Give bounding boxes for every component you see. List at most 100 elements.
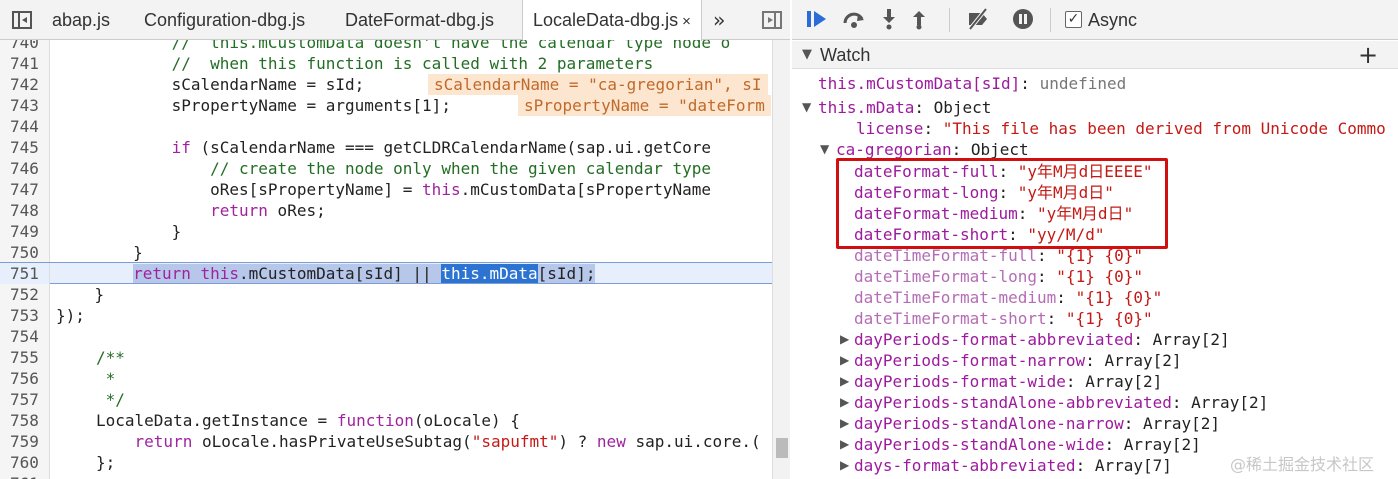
collapse-arrow-icon[interactable]: ▼ (802, 41, 812, 69)
line-number[interactable]: 752 (0, 284, 50, 305)
add-watch-icon[interactable]: + (1358, 41, 1378, 69)
property-value: "{1} {0}" (1065, 309, 1153, 328)
line-number[interactable]: 750 (0, 242, 50, 263)
line-number[interactable]: 753 (0, 305, 50, 326)
property-key: ca-gregorian (836, 140, 952, 159)
line-number[interactable]: 749 (0, 221, 50, 242)
property-row[interactable]: dateTimeFormat-long: "{1} {0}" (854, 266, 1143, 287)
code-line: 755 /** (0, 347, 772, 368)
editor-tab-bar: abap.js Configuration-dbg.js DateFormat-… (0, 0, 790, 41)
line-number[interactable]: 760 (0, 452, 50, 473)
property-row[interactable]: dayPeriods-format-narrow: Array[2] (854, 350, 1182, 371)
debugger-toolbar: ✓ Async (792, 0, 1398, 40)
line-number[interactable]: 745 (0, 137, 50, 158)
line-number[interactable]: 756 (0, 368, 50, 389)
expand-arrow-icon[interactable]: ▶ (840, 413, 849, 434)
expand-arrow-icon[interactable]: ▶ (840, 350, 849, 371)
property-row[interactable]: dayPeriods-standAlone-wide: Array[2] (854, 434, 1201, 455)
close-tab-icon[interactable]: × (682, 13, 691, 30)
property-row[interactable]: ca-gregorian: Object (836, 139, 1029, 160)
step-out-icon[interactable] (906, 8, 932, 32)
expand-arrow-icon[interactable]: ▶ (840, 455, 849, 476)
step-over-icon[interactable] (841, 8, 867, 32)
editor-pane: abap.js Configuration-dbg.js DateFormat-… (0, 0, 790, 479)
expand-arrow-icon[interactable]: ▼ (820, 139, 829, 160)
step-into-icon[interactable] (876, 8, 902, 32)
line-number[interactable]: 748 (0, 200, 50, 221)
line-number[interactable]: 754 (0, 326, 50, 347)
code-text: } (56, 285, 105, 304)
line-number[interactable]: 758 (0, 410, 50, 431)
line-number[interactable]: 751 (0, 263, 50, 284)
property-row[interactable]: dateTimeFormat-medium: "{1} {0}" (854, 287, 1162, 308)
code-text: * (96, 369, 116, 388)
code-text: }); (56, 306, 85, 325)
property-row[interactable]: dayPeriods-format-wide: Array[2] (854, 371, 1162, 392)
tab-configuration[interactable]: Configuration-dbg.js (144, 0, 305, 40)
line-number[interactable]: 744 (0, 116, 50, 137)
code-line: 756 * (0, 368, 772, 389)
property-row[interactable]: dateTimeFormat-short: "{1} {0}" (854, 308, 1153, 329)
property-value: "{1} {0}" (1056, 267, 1143, 286)
resume-icon[interactable] (804, 8, 830, 32)
expand-arrow-icon[interactable]: ▶ (840, 371, 849, 392)
line-number[interactable]: 755 (0, 347, 50, 368)
code-text: // this.mCustomData doesn't have the cal… (56, 40, 731, 52)
toggle-navigator-icon[interactable] (12, 11, 32, 29)
property-row[interactable]: dayPeriods-standAlone-narrow: Array[2] (854, 413, 1220, 434)
expand-arrow-icon[interactable]: ▼ (802, 97, 811, 118)
tab-label: Configuration-dbg.js (144, 10, 306, 30)
property-key: license (856, 119, 924, 138)
async-label: Async (1088, 10, 1138, 30)
watch-expression[interactable]: this.mCustomData[sId]: undefined (818, 73, 1126, 94)
code-text: // when this function is called with 2 p… (56, 54, 654, 73)
code-text: // create the node only when the given c… (56, 159, 712, 178)
expand-arrow-icon[interactable]: ▶ (840, 434, 849, 455)
expand-arrow-icon[interactable]: ▶ (840, 392, 849, 413)
line-number[interactable]: 761 (0, 473, 50, 479)
deactivate-breakpoints-icon[interactable] (966, 7, 992, 32)
code-line: 740 // this.mCustomData doesn't have the… (0, 40, 772, 53)
code-text: */ (96, 390, 125, 409)
property-row[interactable]: days-format-abbreviated: Array[7] (854, 455, 1172, 476)
tab-label: LocaleData-dbg.js (533, 10, 679, 30)
expand-arrow-icon[interactable]: ▶ (840, 329, 849, 350)
tab-dateformat[interactable]: DateFormat-dbg.js (345, 0, 494, 40)
watch-title: Watch (820, 45, 871, 65)
code-text: sCalendarName = sId; (56, 75, 365, 94)
tab-localedata[interactable]: LocaleData-dbg.js × (522, 0, 702, 41)
more-tabs-icon[interactable]: » (713, 0, 725, 40)
code-line: 745 if (sCalendarName === getCLDRCalenda… (0, 137, 772, 158)
pause-on-exceptions-icon[interactable] (1010, 8, 1036, 32)
property-value: Array[2] (1085, 372, 1163, 391)
line-number[interactable]: 743 (0, 95, 50, 116)
property-row[interactable]: dayPeriods-format-abbreviated: Array[2] (854, 329, 1230, 350)
current-execution-line: 751 return this.mCustomData[sId] || this… (0, 262, 772, 284)
property-key: dayPeriods-standAlone-wide (854, 435, 1105, 454)
property-value: "This file has been derived from Unicode… (942, 119, 1386, 138)
scrollbar-thumb[interactable] (776, 438, 788, 458)
property-value: Array[7] (1094, 456, 1172, 475)
toggle-debugger-icon[interactable] (762, 11, 782, 29)
line-number[interactable]: 759 (0, 431, 50, 452)
property-value: "{1} {0}" (1075, 288, 1163, 307)
code-editor[interactable]: 740 // this.mCustomData doesn't have the… (0, 40, 772, 479)
line-number[interactable]: 747 (0, 179, 50, 200)
line-number[interactable]: 741 (0, 53, 50, 74)
property-value: Array[2] (1104, 351, 1182, 370)
line-number[interactable]: 742 (0, 74, 50, 95)
editor-scrollbar[interactable] (772, 40, 790, 479)
property-value: Object (970, 140, 1029, 159)
watch-expression[interactable]: this.mData: Object (818, 97, 991, 118)
tab-abap[interactable]: abap.js (52, 0, 110, 40)
line-number[interactable]: 746 (0, 158, 50, 179)
line-number[interactable]: 757 (0, 389, 50, 410)
property-key: dateTimeFormat-medium (854, 288, 1057, 307)
property-row[interactable]: dayPeriods-standAlone-abbreviated: Array… (854, 392, 1268, 413)
code-line: 748 return oRes; (0, 200, 772, 221)
property-row[interactable]: license: "This file has been derived fro… (856, 118, 1386, 139)
highlight-annotation-box (836, 158, 1168, 249)
async-checkbox[interactable]: ✓ (1065, 11, 1082, 28)
line-number[interactable]: 740 (0, 40, 50, 53)
watch-section-header[interactable]: ▼ Watch + (792, 41, 1398, 69)
